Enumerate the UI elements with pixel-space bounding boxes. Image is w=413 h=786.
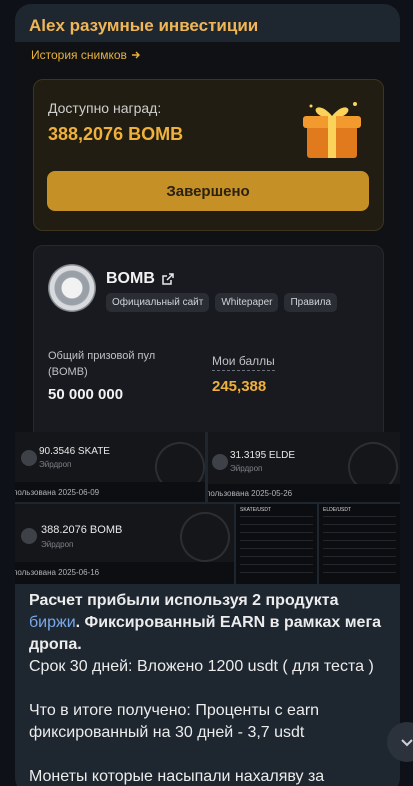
caption-line-2: Срок 30 дней: Вложено 1200 usdt ( для те… [29,658,374,675]
mini-table-row [323,524,396,525]
arrow-right-icon [131,51,140,59]
message-bubble[interactable]: Alex разумные инвестиции История снимков… [15,4,400,786]
caption-bold-b: . [75,614,85,631]
thumbnail-used: пользована 2025-06-09 [15,488,100,497]
token-name[interactable]: BOMB [106,270,175,288]
chip-official-site[interactable]: Официальный сайт [106,293,210,312]
mini-table-row [323,556,396,557]
chip-whitepaper[interactable]: Whitepaper [215,293,279,312]
mini-table-elde[interactable]: ELDE/USDT [319,504,400,584]
thumbnail-sub: Эйрдроп [41,540,74,549]
thumbnail-amount: 31.3195 ELDE [230,450,296,461]
reward-value: 388,2076 BOMB [48,124,184,144]
caption-line-1: Расчет прибыли используя 2 продукта бирж… [29,590,389,656]
attached-screenshot[interactable]: История снимков Доступно наград: 388,207… [15,42,400,432]
prize-pool-label: Общий призовой пул (BOMB) [48,350,156,378]
mini-table-row [240,516,313,517]
mini-table-row [323,532,396,533]
mini-table-row [240,564,313,565]
chevron-down-icon [401,739,413,747]
gift-icon [303,102,361,158]
stamp-mark [172,504,234,570]
thumbnail-elde[interactable]: 31.3195 ELDE Эйрдроп пользована 2025-05-… [208,432,400,502]
thumbnail-bomb[interactable]: 388.2076 BOMB Эйрдроп пользована 2025-06… [15,504,234,584]
mini-table-title: ELDE/USDT [323,507,352,513]
mini-table-title: SKATE/USDT [240,507,272,513]
sender-name[interactable]: Alex разумные инвестиции [29,16,258,36]
token-card: BOMB Официальный сайт Whitepaper Правила… [33,245,384,432]
mini-table-row [323,540,396,541]
message-text: Расчет прибыли используя 2 продукта бирж… [29,590,389,786]
mini-table-row [323,564,396,565]
exchange-link[interactable]: биржи [29,614,76,631]
history-link-label: История снимков [31,48,127,62]
token-name-label: BOMB [106,270,155,287]
thumbnail-amount: 388.2076 BOMB [41,524,123,536]
chip-rules[interactable]: Правила [284,293,338,312]
coin-icon [212,454,228,470]
my-points-label: Мои баллы [212,354,275,371]
thumbnail-used: пользована 2025-06-16 [15,568,100,577]
mini-table-row [240,540,313,541]
mini-table-row [240,532,313,533]
thumbnail-sub: Эйрдроп [39,460,72,469]
mini-table-skate[interactable]: SKATE/USDT [236,504,317,584]
thumbnail-sub: Эйрдроп [230,464,263,473]
thumbnail-skate[interactable]: 90.3546 SKATE Эйрдроп пользована 2025-06… [15,432,205,502]
mini-table-row [240,572,313,573]
bomb-logo [48,264,96,312]
mini-table-row [240,524,313,525]
token-links: Официальный сайт Whitepaper Правила [106,293,338,312]
reward-label: Доступно наград: [48,100,162,116]
caption-bold-a: Расчет прибыли используя 2 продукта [29,592,339,609]
my-points-value: 245,388 [212,378,267,395]
reward-card: Доступно наград: 388,2076 BOMB Завершено [33,79,384,231]
external-link-icon[interactable] [161,272,175,286]
mini-table-row [240,556,313,557]
mini-table-row [323,516,396,517]
thumbnail-used: пользована 2025-05-26 [208,489,293,498]
prize-pool-value: 50 000 000 [48,386,124,403]
thumbnail-amount: 90.3546 SKATE [39,446,110,457]
coin-icon [21,450,37,466]
caption-line-4: Монеты которые насыпали нахаляву за [29,768,325,785]
caption-line-3: Что в итоге получено: Проценты с earn фи… [29,702,320,741]
mini-table-row [240,548,313,549]
history-link[interactable]: История снимков [31,48,141,62]
coin-icon [21,528,37,544]
mini-table-row [323,572,396,573]
mini-table-row [323,548,396,549]
completed-button[interactable]: Завершено [47,171,369,211]
